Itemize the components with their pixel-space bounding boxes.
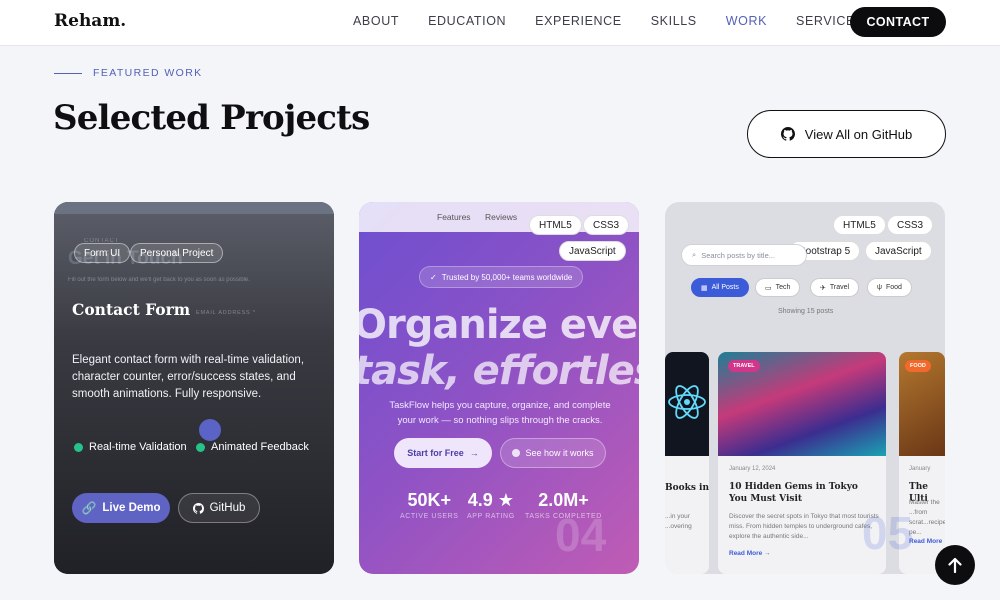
arrow-up-icon <box>948 557 962 573</box>
card-preview-strip <box>54 202 334 214</box>
feature-item: Animated Feedback <box>196 441 309 453</box>
start-free-label: Start for Free <box>407 448 464 458</box>
decorative-blob <box>199 419 221 441</box>
chip-travel: ✈ Travel <box>810 278 860 297</box>
post-card-tokyo: TRAVEL January 12, 2024 10 Hidden Gems i… <box>718 352 886 574</box>
post-title: Books in <box>665 483 709 493</box>
nav-link-skills[interactable]: SKILLS <box>651 14 697 28</box>
stat-active-users: 50K+ ACTIVE USERS <box>400 490 459 520</box>
chip-label: Tech <box>775 284 791 291</box>
project-number: 05 <box>862 507 914 559</box>
project-title: Contact Form <box>72 300 191 319</box>
page-title: Selected Projects <box>53 98 370 138</box>
post-card-books: Books in ...in your ...overing <box>665 352 709 574</box>
feature-item: Real-time Validation <box>74 441 187 453</box>
feature-label: Animated Feedback <box>211 441 309 453</box>
live-demo-button[interactable]: 🔗 Live Demo <box>72 493 170 523</box>
grid-icon: ▦ <box>701 284 708 292</box>
read-more-link: Read More <box>909 538 943 545</box>
project-card-blog[interactable]: HTML5 CSS3 Bootstrap 5 JavaScript ⌕ Sear… <box>665 202 945 574</box>
laptop-icon: ▭ <box>765 284 772 292</box>
chip-label: Food <box>886 284 902 291</box>
nav-link-work[interactable]: WORK <box>726 14 767 28</box>
link-icon: 🔗 <box>81 501 97 515</box>
github-icon <box>780 127 795 141</box>
category-badge: TRAVEL <box>728 360 760 372</box>
view-all-github-label: View All on GitHub <box>804 126 913 142</box>
tag-form-ui: Form UI <box>74 243 131 263</box>
nav-link-education[interactable]: EDUCATION <box>428 14 506 28</box>
nav-link-experience[interactable]: EXPERIENCE <box>535 14 622 28</box>
contact-button[interactable]: CONTACT <box>850 7 946 37</box>
scroll-to-top-button[interactable] <box>935 545 975 585</box>
tech-tag-css3: CSS3 <box>583 215 630 235</box>
react-icon <box>668 385 706 419</box>
check-dot-icon <box>196 442 205 452</box>
tech-tag-javascript: JavaScript <box>865 241 932 261</box>
chip-label: Travel <box>829 284 850 291</box>
plane-icon: ✈ <box>820 284 826 292</box>
project-card-contact-form[interactable]: CONTACT Get in Touch Fill out the form b… <box>54 202 334 574</box>
post-title: 10 Hidden Gems in Tokyo You Must Visit <box>729 482 858 504</box>
preview-search-input: ⌕ Search posts by title... <box>681 244 807 266</box>
chip-tech: ▭ Tech <box>755 278 801 297</box>
stat-value: 50K+ <box>407 490 452 510</box>
stat-label: APP RATING <box>467 513 515 520</box>
tech-tag-html5: HTML5 <box>529 215 582 235</box>
project-description: Elegant contact form with real-time vali… <box>72 354 305 400</box>
post-date: January <box>909 466 931 472</box>
arrow-right-icon: → <box>469 448 479 458</box>
tag-personal-project: Personal Project <box>130 243 224 263</box>
feature-label: Real-time Validation <box>89 441 187 453</box>
nav-link-about[interactable]: ABOUT <box>353 14 399 28</box>
start-free-button[interactable]: Start for Free → <box>394 438 492 468</box>
stat-value: 4.9 ★ <box>467 490 514 510</box>
trust-label: Trusted by 50,000+ teams worldwide <box>441 272 573 282</box>
read-more-link: Read More → <box>729 550 771 557</box>
play-dot-icon <box>512 449 521 457</box>
see-how-button[interactable]: See how it works <box>500 438 606 468</box>
section-eyebrow: FEATURED WORK <box>93 67 203 79</box>
project-card-taskflow[interactable]: Features Reviews HTML5 CSS3 JavaScript ✓… <box>359 202 639 574</box>
post-date: January 12, 2024 <box>729 466 776 472</box>
posts-count: Showing 15 posts <box>778 308 834 315</box>
hero-line-1: Organize every <box>359 302 639 348</box>
logo[interactable]: Reham. <box>54 11 126 31</box>
search-placeholder: Search posts by title... <box>701 250 775 260</box>
trust-badge: ✓ Trusted by 50,000+ teams worldwide <box>419 266 584 288</box>
tech-tag-javascript: JavaScript <box>559 241 626 261</box>
github-label: GitHub <box>209 502 246 514</box>
github-icon <box>192 502 204 514</box>
search-icon: ⌕ <box>692 250 697 259</box>
post-excerpt: Discover the secret spots in Tokyo that … <box>729 513 879 540</box>
post-excerpt: ...in your ...overing <box>665 513 692 530</box>
top-nav: Reham. ABOUT EDUCATION EXPERIENCE SKILLS… <box>0 0 1000 46</box>
category-badge: FOOD <box>905 360 931 372</box>
project-number: 04 <box>555 509 607 561</box>
nav-links: ABOUT EDUCATION EXPERIENCE SKILLS WORK S… <box>353 14 893 28</box>
see-how-label: See how it works <box>525 448 594 458</box>
preview-nav-reviews: Reviews <box>485 212 518 222</box>
eyebrow-line <box>54 73 82 74</box>
check-circle-icon: ✓ <box>430 272 437 282</box>
hero-subtext: TaskFlow helps you capture, organize, an… <box>389 400 611 426</box>
tech-tag-css3: CSS3 <box>887 215 934 235</box>
preview-nav-features: Features <box>437 212 471 222</box>
hero-line-2: task, effortlessly <box>359 348 639 394</box>
ghost-field-label: EMAIL ADDRESS * <box>196 310 256 316</box>
stat-app-rating: 4.9 ★ APP RATING <box>467 490 515 520</box>
chip-all-posts: ▦ All Posts <box>691 278 749 297</box>
stat-label: ACTIVE USERS <box>400 513 459 520</box>
utensils-icon: ψ <box>877 284 882 291</box>
chip-food: ψ Food <box>867 278 912 297</box>
post-image-react <box>665 352 709 456</box>
tech-tag-html5: HTML5 <box>833 215 886 235</box>
live-demo-label: Live Demo <box>102 502 161 514</box>
post-excerpt: Master the ...from scrat...recipes pe... <box>909 499 945 536</box>
view-all-github-button[interactable]: View All on GitHub <box>747 110 946 158</box>
ghost-subtext: Fill out the form below and we'll get ba… <box>68 277 250 283</box>
github-button[interactable]: GitHub <box>178 493 260 523</box>
chip-label: All Posts <box>711 284 739 291</box>
check-dot-icon <box>74 442 83 452</box>
